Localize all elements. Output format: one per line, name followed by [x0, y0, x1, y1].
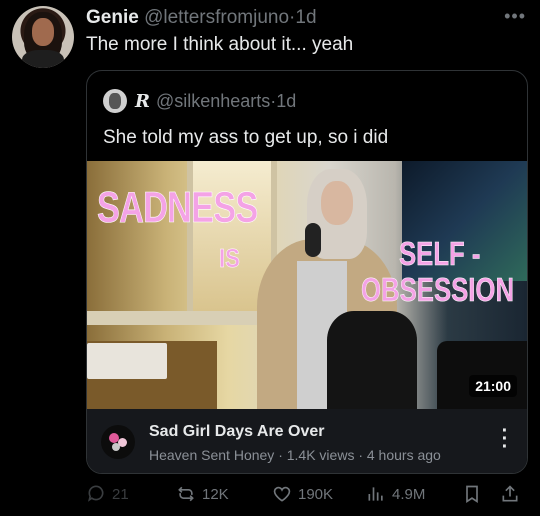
quoted-author-handle[interactable]: @silkenhearts [156, 91, 270, 112]
overlay-text-obsession: OBSESSION [361, 271, 515, 309]
avatar-face [32, 18, 54, 46]
author-avatar[interactable] [12, 6, 74, 68]
overlay-text-self: SELF - [399, 235, 481, 273]
quoted-author-name[interactable]: R [135, 91, 150, 112]
reply-count: 21 [112, 485, 129, 503]
tweet-time[interactable]: 1d [295, 7, 316, 28]
quoted-avatar[interactable] [103, 89, 127, 113]
author-name[interactable]: Genie [86, 7, 139, 28]
card-more-icon[interactable]: · · · [501, 421, 509, 457]
tweet-header: Genie @lettersfromjuno·1d [86, 6, 317, 30]
like-button[interactable]: 190K [272, 484, 333, 504]
heart-icon [273, 486, 291, 502]
quoted-tweet-card[interactable]: R @silkenhearts · 1d She told my ass to ge… [86, 70, 528, 474]
retweet-count: 12K [202, 485, 229, 503]
action-bar: 21 12K 190K 4.9M [86, 484, 526, 508]
video-thumbnail[interactable]: SADNESS IS SELF - OBSESSION 21:00 [87, 161, 527, 409]
reply-button[interactable]: 21 [86, 484, 129, 504]
author-handle[interactable]: @lettersfromjuno [144, 7, 289, 28]
reply-icon [88, 485, 104, 502]
retweet-button[interactable]: 12K [176, 484, 229, 504]
views-count: 4.9M [392, 485, 426, 503]
share-button[interactable] [500, 484, 526, 504]
scene-person-legs [327, 311, 417, 409]
bookmark-button[interactable] [462, 484, 488, 504]
avatar-body [22, 50, 64, 68]
overlay-text-is: IS [219, 243, 240, 274]
retweet-icon [178, 486, 194, 502]
tweet-text: The more I think about it... yeah [86, 34, 354, 55]
share-icon [502, 485, 518, 502]
video-meta: Heaven Sent Honey · 1.4K views · 4 hours… [149, 447, 441, 463]
quoted-header: R @silkenhearts · 1d [103, 89, 296, 113]
scene-person-face [321, 181, 353, 225]
youtube-link-card[interactable]: Sad Girl Days Are Over Heaven Sent Honey… [87, 409, 527, 473]
quoted-text: She told my ass to get up, so i did [103, 127, 389, 148]
overlay-text-sadness: SADNESS [97, 183, 259, 233]
analytics-icon [368, 487, 383, 501]
video-duration-badge: 21:00 [469, 375, 517, 397]
more-options-icon[interactable]: ••• [504, 6, 526, 27]
like-count: 190K [298, 485, 334, 503]
microphone-icon [305, 223, 321, 257]
quoted-time[interactable]: 1d [276, 91, 296, 112]
channel-avatar-icon[interactable] [101, 425, 135, 459]
scene-table-items [87, 343, 167, 379]
bookmark-icon [466, 485, 478, 504]
video-title[interactable]: Sad Girl Days Are Over [149, 423, 325, 441]
views-button[interactable]: 4.9M [366, 484, 425, 504]
